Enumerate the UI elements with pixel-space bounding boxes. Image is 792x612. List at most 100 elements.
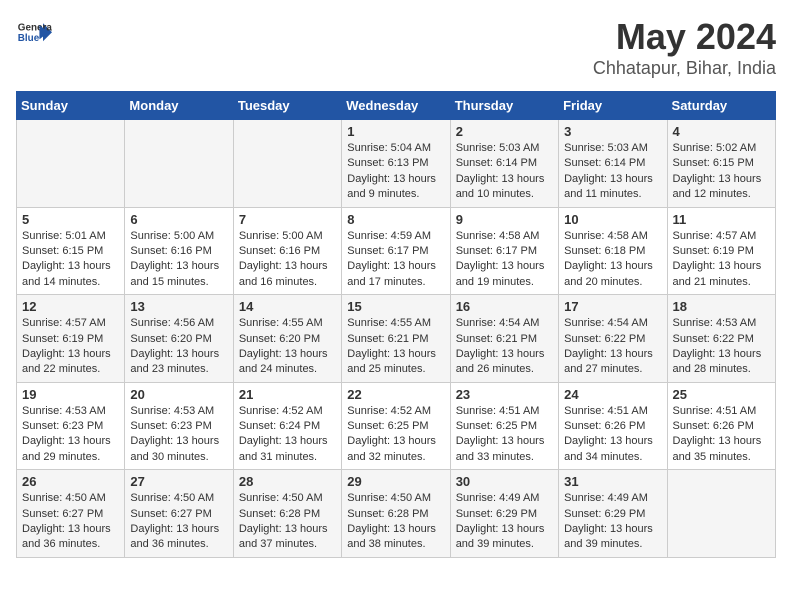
calendar-cell: 14 Sunrise: 4:55 AMSunset: 6:20 PMDayligh… [233,295,341,383]
cell-text: Sunrise: 4:50 AMSunset: 6:27 PMDaylight:… [22,491,119,553]
calendar-cell [125,120,233,208]
calendar-table: SundayMondayTuesdayWednesdayThursdayFrid… [16,91,776,558]
day-number: 17 [564,299,661,314]
cell-text: Sunrise: 5:02 AMSunset: 6:15 PMDaylight:… [673,141,770,203]
cell-text: Sunrise: 5:04 AMSunset: 6:13 PMDaylight:… [347,141,444,203]
calendar-cell: 22 Sunrise: 4:52 AMSunset: 6:25 PMDayligh… [342,382,450,470]
cell-text: Sunrise: 4:52 AMSunset: 6:25 PMDaylight:… [347,404,444,466]
calendar-cell: 4 Sunrise: 5:02 AMSunset: 6:15 PMDaylight… [667,120,775,208]
cell-text: Sunrise: 4:50 AMSunset: 6:27 PMDaylight:… [130,491,227,553]
weekday-header: Tuesday [233,92,341,120]
calendar-cell: 25 Sunrise: 4:51 AMSunset: 6:26 PMDayligh… [667,382,775,470]
calendar-week-row: 19 Sunrise: 4:53 AMSunset: 6:23 PMDayligh… [17,382,776,470]
cell-text: Sunrise: 4:59 AMSunset: 6:17 PMDaylight:… [347,229,444,291]
cell-text: Sunrise: 4:57 AMSunset: 6:19 PMDaylight:… [22,316,119,378]
calendar-cell: 7 Sunrise: 5:00 AMSunset: 6:16 PMDaylight… [233,207,341,295]
cell-text: Sunrise: 4:54 AMSunset: 6:22 PMDaylight:… [564,316,661,378]
page-header: General Blue May 2024 Chhatapur, Bihar, … [16,16,776,79]
cell-text: Sunrise: 4:51 AMSunset: 6:25 PMDaylight:… [456,404,553,466]
day-number: 11 [673,212,770,227]
day-number: 6 [130,212,227,227]
calendar-cell: 15 Sunrise: 4:55 AMSunset: 6:21 PMDayligh… [342,295,450,383]
month-title: May 2024 [593,16,776,58]
cell-text: Sunrise: 4:55 AMSunset: 6:20 PMDaylight:… [239,316,336,378]
day-number: 29 [347,474,444,489]
calendar-cell: 24 Sunrise: 4:51 AMSunset: 6:26 PMDayligh… [559,382,667,470]
day-number: 27 [130,474,227,489]
calendar-cell: 23 Sunrise: 4:51 AMSunset: 6:25 PMDayligh… [450,382,558,470]
calendar-cell: 10 Sunrise: 4:58 AMSunset: 6:18 PMDayligh… [559,207,667,295]
cell-text: Sunrise: 4:58 AMSunset: 6:18 PMDaylight:… [564,229,661,291]
cell-text: Sunrise: 4:51 AMSunset: 6:26 PMDaylight:… [673,404,770,466]
day-number: 23 [456,387,553,402]
day-number: 21 [239,387,336,402]
calendar-cell [667,470,775,558]
calendar-cell: 16 Sunrise: 4:54 AMSunset: 6:21 PMDayligh… [450,295,558,383]
cell-text: Sunrise: 4:56 AMSunset: 6:20 PMDaylight:… [130,316,227,378]
day-number: 2 [456,124,553,139]
weekday-header: Sunday [17,92,125,120]
calendar-cell: 13 Sunrise: 4:56 AMSunset: 6:20 PMDayligh… [125,295,233,383]
day-number: 28 [239,474,336,489]
day-number: 31 [564,474,661,489]
cell-text: Sunrise: 4:49 AMSunset: 6:29 PMDaylight:… [456,491,553,553]
day-number: 4 [673,124,770,139]
cell-text: Sunrise: 4:54 AMSunset: 6:21 PMDaylight:… [456,316,553,378]
calendar-week-row: 12 Sunrise: 4:57 AMSunset: 6:19 PMDayligh… [17,295,776,383]
day-number: 13 [130,299,227,314]
day-number: 24 [564,387,661,402]
cell-text: Sunrise: 4:57 AMSunset: 6:19 PMDaylight:… [673,229,770,291]
weekday-header: Wednesday [342,92,450,120]
day-number: 25 [673,387,770,402]
day-number: 14 [239,299,336,314]
calendar-cell: 8Sunrise: 4:59 AMSunset: 6:17 PMDaylight… [342,207,450,295]
calendar-week-row: 1 Sunrise: 5:04 AMSunset: 6:13 PMDaylight… [17,120,776,208]
calendar-week-row: 26Sunrise: 4:50 AMSunset: 6:27 PMDayligh… [17,470,776,558]
calendar-cell: 21 Sunrise: 4:52 AMSunset: 6:24 PMDayligh… [233,382,341,470]
day-number: 22 [347,387,444,402]
day-number: 1 [347,124,444,139]
cell-text: Sunrise: 4:53 AMSunset: 6:22 PMDaylight:… [673,316,770,378]
cell-text: Sunrise: 5:03 AMSunset: 6:14 PMDaylight:… [564,141,661,203]
cell-text: Sunrise: 4:49 AMSunset: 6:29 PMDaylight:… [564,491,661,553]
calendar-cell: 29 Sunrise: 4:50 AMSunset: 6:28 PMDayligh… [342,470,450,558]
day-number: 12 [22,299,119,314]
calendar-cell: 27 Sunrise: 4:50 AMSunset: 6:27 PMDayligh… [125,470,233,558]
day-number: 3 [564,124,661,139]
logo-icon: General Blue [16,16,52,52]
cell-text: Sunrise: 4:50 AMSunset: 6:28 PMDaylight:… [239,491,336,553]
calendar-cell: 6Sunrise: 5:00 AMSunset: 6:16 PMDaylight… [125,207,233,295]
svg-text:Blue: Blue [18,33,40,44]
cell-text: Sunrise: 4:58 AMSunset: 6:17 PMDaylight:… [456,229,553,291]
day-number: 15 [347,299,444,314]
cell-text: Sunrise: 5:01 AMSunset: 6:15 PMDaylight:… [22,229,119,291]
calendar-cell: 28 Sunrise: 4:50 AMSunset: 6:28 PMDayligh… [233,470,341,558]
day-number: 16 [456,299,553,314]
cell-text: Sunrise: 4:50 AMSunset: 6:28 PMDaylight:… [347,491,444,553]
cell-text: Sunrise: 4:55 AMSunset: 6:21 PMDaylight:… [347,316,444,378]
calendar-cell: 2 Sunrise: 5:03 AMSunset: 6:14 PMDaylight… [450,120,558,208]
cell-text: Sunrise: 4:53 AMSunset: 6:23 PMDaylight:… [22,404,119,466]
weekday-header: Friday [559,92,667,120]
weekday-header: Saturday [667,92,775,120]
cell-text: Sunrise: 4:52 AMSunset: 6:24 PMDaylight:… [239,404,336,466]
calendar-cell: 9 Sunrise: 4:58 AMSunset: 6:17 PMDaylight… [450,207,558,295]
calendar-cell [233,120,341,208]
calendar-cell: 12 Sunrise: 4:57 AMSunset: 6:19 PMDayligh… [17,295,125,383]
cell-text: Sunrise: 4:51 AMSunset: 6:26 PMDaylight:… [564,404,661,466]
logo: General Blue [16,16,56,52]
day-number: 19 [22,387,119,402]
calendar-cell: 1 Sunrise: 5:04 AMSunset: 6:13 PMDaylight… [342,120,450,208]
calendar-cell: 31 Sunrise: 4:49 AMSunset: 6:29 PMDayligh… [559,470,667,558]
calendar-cell: 3 Sunrise: 5:03 AMSunset: 6:14 PMDaylight… [559,120,667,208]
calendar-cell: 26Sunrise: 4:50 AMSunset: 6:27 PMDayligh… [17,470,125,558]
cell-text: Sunrise: 5:00 AMSunset: 6:16 PMDaylight:… [239,229,336,291]
cell-text: Sunrise: 5:03 AMSunset: 6:14 PMDaylight:… [456,141,553,203]
day-number: 7 [239,212,336,227]
day-number: 9 [456,212,553,227]
day-number: 18 [673,299,770,314]
weekday-header: Thursday [450,92,558,120]
day-number: 10 [564,212,661,227]
calendar-cell: 5Sunrise: 5:01 AMSunset: 6:15 PMDaylight… [17,207,125,295]
day-number: 20 [130,387,227,402]
